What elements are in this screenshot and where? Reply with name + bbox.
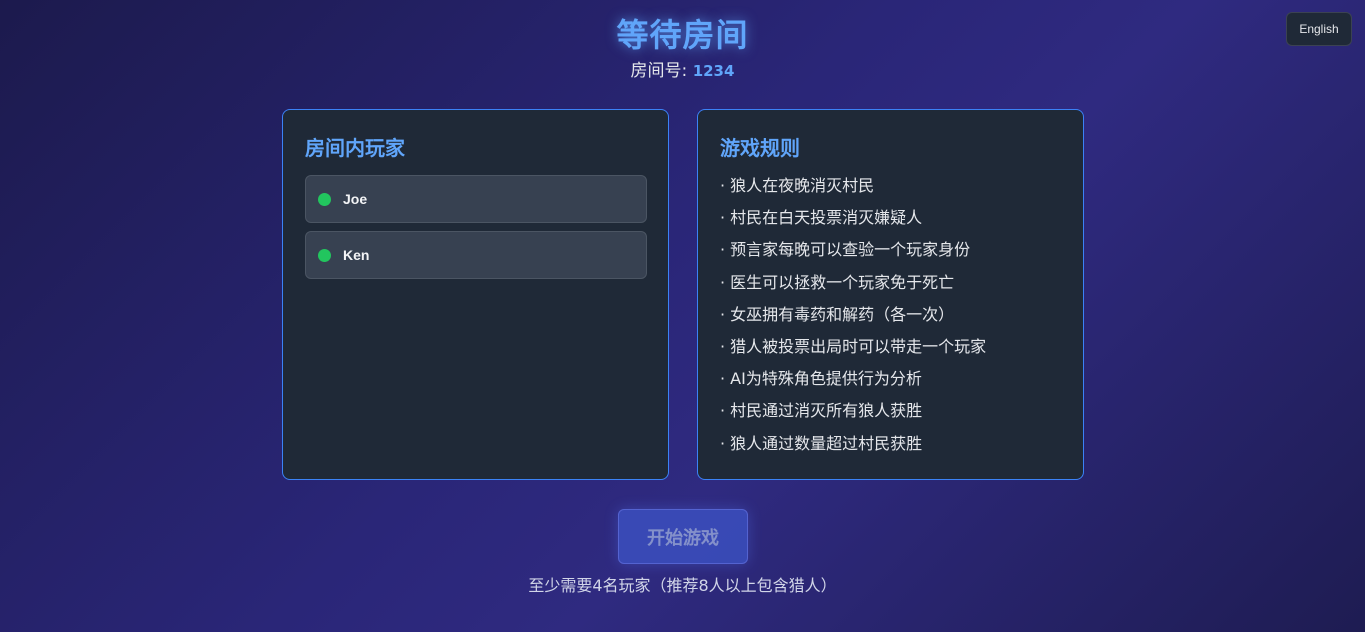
rule-item: · 女巫拥有毒药和解药（各一次） [720,304,955,324]
room-number-line: 房间号: 1234 [0,56,1365,81]
rule-item: · 预言家每晚可以查验一个玩家身份 [720,240,971,260]
min-players-hint: 至少需要4名玩家（推荐8人以上包含猎人） [528,576,837,595]
room-number-value: 1234 [692,62,735,80]
room-number-label: 房间号: [630,61,693,81]
player-name: Ken [343,247,370,263]
rule-item: · AI为特殊角色提供行为分析 [720,369,922,389]
rule-item: · 猎人被投票出局时可以带走一个玩家 [720,336,987,356]
rule-item: · 医生可以拯救一个玩家免于死亡 [720,272,955,292]
rules-panel-title: 游戏规则 [720,136,800,160]
rules-list: · 狼人在夜晚消灭村民 · 村民在白天投票消灭嫌疑人 · 预言家每晚可以查验一个… [720,174,986,464]
rule-item: · 狼人在夜晚消灭村民 [720,176,875,195]
rule-item: · 狼人通过数量超过村民获胜 [720,433,923,453]
player-name: Joe [343,191,368,207]
rule-item: · 村民通过消灭所有狼人获胜 [720,401,923,421]
players-panel: 房间内玩家 Joe Ken [282,109,669,480]
online-status-dot-icon [318,248,331,262]
start-game-button[interactable]: 开始游戏 [618,509,748,564]
player-item: Joe [305,175,647,223]
player-item: Ken [305,231,647,279]
rule-item: · 村民在白天投票消灭嫌疑人 [720,208,923,228]
online-status-dot-icon [318,192,331,206]
players-panel-title: 房间内玩家 [305,136,405,160]
page-title: 等待房间 [616,16,749,54]
rules-panel: 游戏规则 · 狼人在夜晚消灭村民 · 村民在白天投票消灭嫌疑人 · 预言家每晚可… [697,109,1084,480]
